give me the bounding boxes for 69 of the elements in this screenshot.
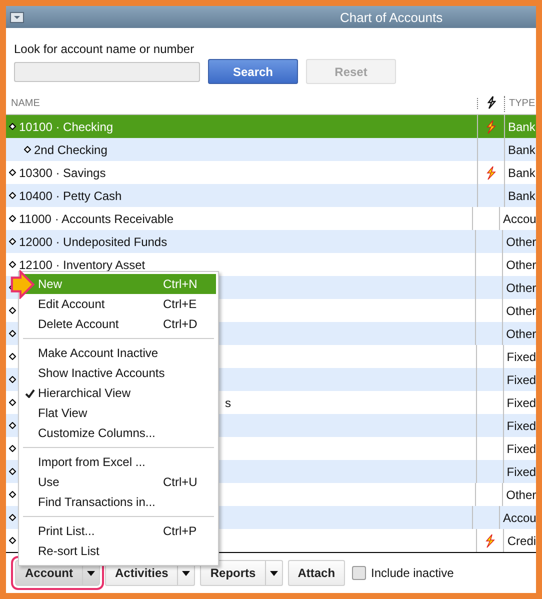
account-type: Fixed — [506, 350, 536, 364]
search-button[interactable]: Search — [208, 59, 298, 84]
bullet-icon — [9, 445, 16, 452]
account-type: Other — [506, 280, 536, 294]
account-type: Fixed — [506, 418, 536, 432]
checkmark-icon — [25, 389, 35, 398]
bullet-icon — [9, 491, 16, 498]
bullet-icon — [9, 422, 16, 429]
menu-item[interactable]: Make Account Inactive — [21, 343, 216, 363]
account-name: 2nd Checking — [34, 142, 108, 156]
account-type: Fixed — [506, 396, 536, 410]
footer-button[interactable]: Attach — [288, 561, 344, 585]
column-header[interactable]: TYPE — [505, 98, 536, 109]
account-type: Bank — [508, 166, 536, 180]
bullet-icon — [9, 399, 16, 406]
bullet-icon — [24, 146, 31, 153]
account-type: Other — [506, 258, 536, 272]
bullet-icon — [9, 514, 16, 521]
caret-icon — [87, 570, 95, 576]
bullet-icon — [9, 192, 16, 199]
lightning-icon[interactable] — [486, 96, 496, 108]
bullet-icon — [9, 215, 16, 222]
account-name: 12100 · Inventory Asset — [19, 258, 146, 272]
bullet-icon — [9, 468, 16, 475]
menu-item[interactable]: Re-sort List — [21, 541, 216, 561]
account-name: 11000 · Accounts Receivable — [19, 212, 174, 226]
account-name: 10100 · Checking — [19, 120, 114, 134]
account-type: Other — [506, 326, 536, 340]
search-field[interactable] — [14, 62, 200, 82]
account-name: 10400 · Petty Cash — [19, 188, 122, 202]
lightning-icon — [485, 534, 496, 548]
account-type: Fixed — [506, 442, 536, 456]
bullet-icon — [9, 261, 16, 268]
checkbox[interactable] — [352, 566, 366, 580]
caret-icon — [270, 570, 278, 576]
bullet-icon — [9, 123, 16, 130]
account-type: Bank — [508, 188, 536, 202]
search-label: Look for account name or number — [14, 42, 196, 56]
pointer-arrow-icon — [10, 270, 36, 299]
bullet-icon — [9, 376, 16, 383]
account-type: Other — [506, 234, 536, 248]
account-type: Accou — [502, 212, 536, 226]
account-type: Fixed — [506, 372, 536, 386]
caret-icon — [182, 570, 190, 576]
column-header[interactable]: NAME — [6, 98, 478, 109]
bullet-icon — [9, 353, 16, 360]
account-type: Accou — [502, 510, 536, 524]
table-row[interactable]: 2nd Checking Bank — [6, 138, 536, 161]
account-type: Other — [506, 304, 536, 318]
table-row[interactable]: 10400 · Petty Cash Bank — [6, 184, 536, 207]
account-type: Fixed — [506, 464, 536, 478]
bullet-icon — [9, 537, 16, 544]
account-name: 12000 · Undeposited Funds — [19, 234, 168, 248]
lightning-icon — [486, 166, 496, 180]
account-type: Bank — [508, 142, 536, 156]
account-type: Other — [506, 488, 536, 502]
bullet-icon — [9, 169, 16, 176]
bullet-icon — [9, 330, 16, 337]
bullet-icon — [9, 238, 16, 245]
lightning-icon — [486, 120, 496, 134]
bullet-icon — [9, 307, 16, 314]
account-name: 10300 · Savings — [19, 166, 106, 180]
account-name: s — [225, 396, 231, 410]
window-title: Chart of Accounts — [340, 10, 443, 24]
table-row[interactable]: 12000 · Undeposited Funds Other — [6, 230, 536, 253]
account-type: Bank — [508, 120, 536, 134]
window-menu-icon[interactable] — [10, 12, 24, 22]
account-type: Credi — [507, 534, 536, 548]
checkbox-label: Include inactive — [371, 566, 454, 580]
